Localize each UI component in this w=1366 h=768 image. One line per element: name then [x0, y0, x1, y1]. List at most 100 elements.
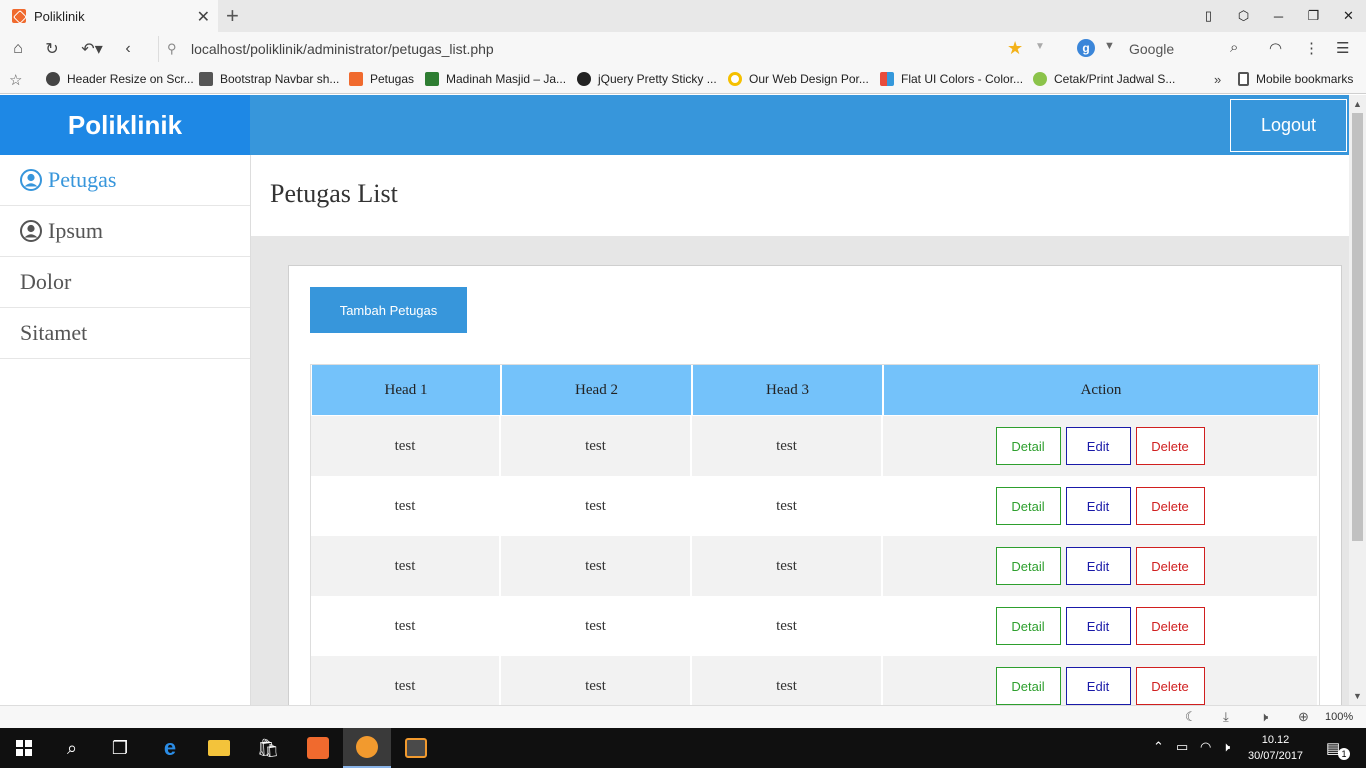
detail-button[interactable]: Detail — [995, 487, 1061, 525]
search-icon[interactable]: ⌕ — [1230, 39, 1238, 56]
zoom-level[interactable]: 100% — [1325, 711, 1353, 723]
address-bar[interactable]: ⚲ localhost/poliklinik/administrator/pet… — [158, 36, 1058, 62]
night-mode-icon[interactable]: ☾ — [1185, 709, 1197, 725]
sidebar-item-ipsum[interactable]: Ipsum — [0, 206, 250, 257]
bookmark-item[interactable]: jQuery Pretty Sticky ... — [577, 72, 717, 86]
bookmark-item[interactable]: Petugas — [349, 72, 414, 86]
table-cell: test — [692, 596, 883, 656]
file-explorer-icon[interactable] — [195, 728, 243, 768]
logout-button[interactable]: Logout — [1230, 99, 1347, 152]
zoom-icon[interactable]: ⊕ — [1298, 709, 1309, 725]
menu-icon[interactable]: ☰ — [1336, 39, 1349, 57]
page-icon — [199, 72, 213, 86]
xampp-icon[interactable] — [294, 728, 342, 768]
bookmarks-star-icon[interactable]: ☆ — [9, 71, 22, 89]
scrollbar-thumb[interactable] — [1352, 113, 1363, 541]
add-petugas-button[interactable]: Tambah Petugas — [310, 287, 467, 333]
user-icon — [20, 169, 42, 191]
table-cell: test — [692, 416, 883, 476]
edit-button[interactable]: Edit — [1065, 667, 1131, 705]
column-header[interactable]: Head 1 — [311, 365, 501, 416]
action-cell: Detail Edit Delete — [883, 416, 1319, 476]
network-icon[interactable]: ◠ — [1200, 739, 1211, 755]
close-window-icon[interactable]: ✕ — [1331, 0, 1366, 32]
chevron-down-icon[interactable]: ▼ — [1035, 41, 1045, 52]
table-cell: test — [692, 536, 883, 596]
delete-button[interactable]: Delete — [1135, 427, 1205, 465]
undo-icon[interactable]: ↶▾ — [77, 38, 107, 60]
table-cell: test — [501, 596, 692, 656]
delete-button[interactable]: Delete — [1135, 547, 1205, 585]
edge-icon[interactable]: e — [146, 728, 194, 768]
clock[interactable]: 10.12 30/07/2017 — [1248, 732, 1303, 764]
table-row: test test test Detail Edit Delete — [311, 596, 1319, 656]
bookmark-item[interactable]: Our Web Design Por... — [728, 72, 869, 86]
detail-button[interactable]: Detail — [995, 607, 1061, 645]
page-scrollbar[interactable]: ▲ ▼ — [1349, 95, 1366, 705]
browser-tab[interactable]: Poliklinik ✕ — [0, 0, 218, 32]
action-cell: Detail Edit Delete — [883, 596, 1319, 656]
reload-icon[interactable]: ↻ — [41, 38, 63, 60]
bookmark-item[interactable]: Flat UI Colors - Color... — [880, 72, 1023, 86]
sidebar-item-sitamet[interactable]: Sitamet — [0, 308, 250, 359]
start-icon[interactable] — [0, 728, 48, 768]
column-header[interactable]: Head 2 — [501, 365, 692, 416]
detail-button[interactable]: Detail — [995, 667, 1061, 705]
clock-date: 30/07/2017 — [1248, 750, 1304, 762]
delete-button[interactable]: Delete — [1135, 667, 1205, 705]
scroll-up-icon[interactable]: ▲ — [1353, 99, 1362, 109]
new-tab-icon[interactable]: + — [226, 3, 239, 29]
speaker-icon[interactable]: 🕨 — [1222, 739, 1230, 755]
uc-browser-icon[interactable] — [343, 728, 391, 768]
bookmark-star-icon[interactable]: ★ — [1007, 38, 1023, 59]
edit-button[interactable]: Edit — [1065, 487, 1131, 525]
sidebar-item-dolor[interactable]: Dolor — [0, 257, 250, 308]
action-cell: Detail Edit Delete — [883, 476, 1319, 536]
calendar-icon — [1033, 72, 1047, 86]
column-header[interactable]: Head 3 — [692, 365, 883, 416]
bookmark-item[interactable]: Header Resize on Scr... — [46, 72, 194, 86]
search-engine-icon[interactable]: g — [1077, 39, 1095, 57]
home-icon[interactable]: ⌂ — [7, 38, 29, 60]
reading-mode-icon[interactable]: ▯ — [1191, 0, 1226, 32]
download-icon[interactable]: ⤓ — [1223, 709, 1229, 725]
detail-button[interactable]: Detail — [995, 427, 1061, 465]
page-header: Petugas List — [251, 155, 1349, 236]
edit-button[interactable]: Edit — [1065, 427, 1131, 465]
delete-button[interactable]: Delete — [1135, 487, 1205, 525]
wifi-icon[interactable]: ◠ — [1269, 39, 1282, 57]
column-header[interactable]: Action — [883, 365, 1319, 416]
volume-icon[interactable]: 🕨 — [1260, 709, 1268, 725]
chevron-down-icon[interactable]: ▼ — [1104, 40, 1115, 52]
sidebar-item-petugas[interactable]: Petugas — [0, 155, 250, 206]
task-view-icon[interactable]: ❐ — [96, 728, 144, 768]
store-icon[interactable]: 🛍 — [244, 728, 292, 768]
more-bookmarks-icon[interactable]: » — [1214, 72, 1221, 87]
restore-icon[interactable]: ❐ — [1296, 0, 1331, 32]
more-icon[interactable]: ⋮ — [1304, 39, 1319, 57]
app-brand[interactable]: Poliklinik — [0, 95, 250, 155]
back-icon[interactable]: ‹ — [117, 38, 139, 60]
minimize-icon[interactable]: ─ — [1261, 0, 1296, 32]
tab-close-icon[interactable]: ✕ — [197, 7, 210, 27]
mobile-icon — [1238, 72, 1249, 86]
search-input[interactable]: Google — [1129, 41, 1174, 57]
url-text[interactable]: localhost/poliklinik/administrator/petug… — [191, 41, 494, 57]
search-icon[interactable]: ⌕ — [48, 728, 96, 768]
detail-button[interactable]: Detail — [995, 547, 1061, 585]
bookmark-item[interactable]: Bootstrap Navbar sh... — [199, 72, 339, 86]
mobile-bookmarks[interactable]: Mobile bookmarks — [1238, 72, 1353, 86]
battery-icon[interactable]: ▭ — [1176, 739, 1188, 755]
edit-button[interactable]: Edit — [1065, 547, 1131, 585]
tray-chevron-icon[interactable]: ⌃ — [1153, 739, 1164, 755]
bookmark-item[interactable]: Cetak/Print Jadwal S... — [1033, 72, 1175, 86]
extensions-icon[interactable]: ⬡ — [1226, 0, 1261, 32]
table-cell: test — [311, 536, 501, 596]
petugas-table: Head 1 Head 2 Head 3 Action test test te… — [310, 364, 1320, 705]
delete-button[interactable]: Delete — [1135, 607, 1205, 645]
bookmark-item[interactable]: Madinah Masjid – Ja... — [425, 72, 566, 86]
scroll-down-icon[interactable]: ▼ — [1353, 691, 1362, 701]
sublime-text-icon[interactable] — [392, 728, 440, 768]
edit-button[interactable]: Edit — [1065, 607, 1131, 645]
windows-taskbar: ⌕ ❐ e 🛍 ⌃ ▭ ◠ 🕨 10.12 30/07/2017 ▤ 1 — [0, 728, 1366, 768]
